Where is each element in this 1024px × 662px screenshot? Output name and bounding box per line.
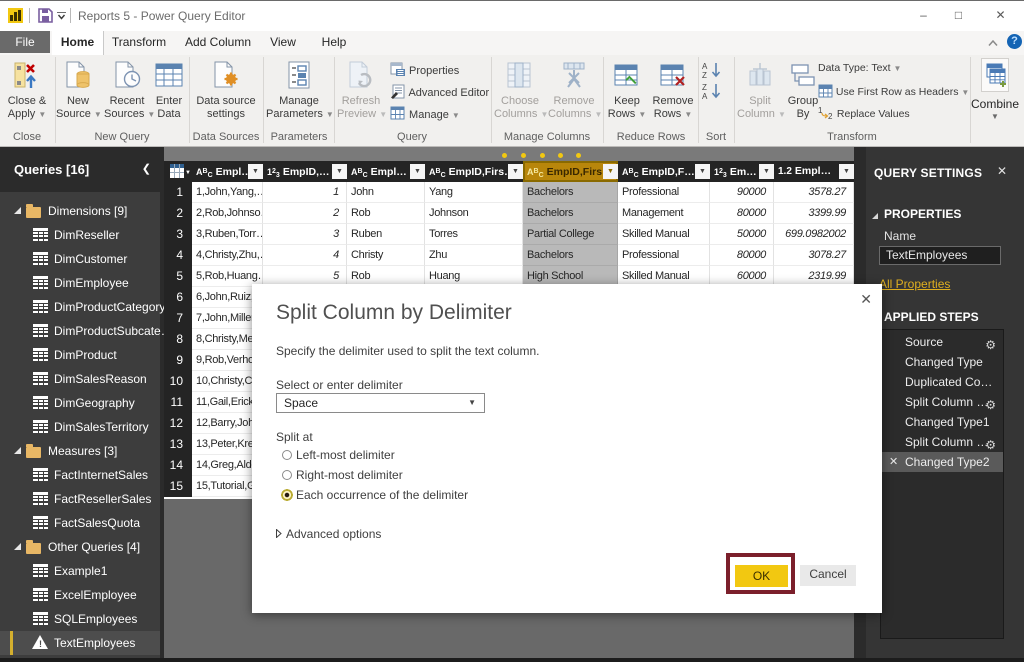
svg-text:A: A [702, 62, 708, 71]
svg-text:A: A [702, 92, 708, 100]
svg-text:Z: Z [702, 71, 707, 79]
svg-text:2: 2 [828, 112, 833, 120]
svg-text:Z: Z [702, 83, 707, 92]
